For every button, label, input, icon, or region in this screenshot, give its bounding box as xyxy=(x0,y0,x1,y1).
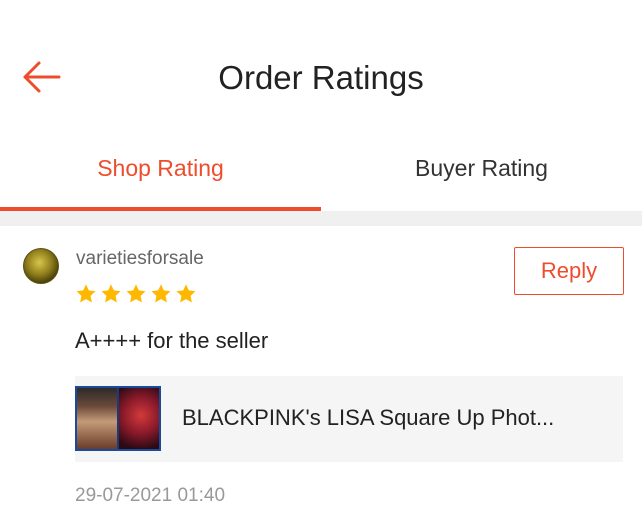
reply-button[interactable]: Reply xyxy=(514,247,624,295)
review-card: varietiesforsale Reply A++++ for the sel… xyxy=(0,226,642,525)
star-rating xyxy=(75,283,197,305)
section-divider xyxy=(0,211,642,226)
review-timestamp: 29-07-2021 01:40 xyxy=(75,485,226,506)
header: Order Ratings xyxy=(0,0,642,150)
avatar[interactable] xyxy=(23,248,59,284)
product-thumbnail xyxy=(75,386,161,451)
product-item[interactable]: BLACKPINK's LISA Square Up Phot... xyxy=(75,376,623,462)
star-icon xyxy=(176,284,196,303)
product-name: BLACKPINK's LISA Square Up Phot... xyxy=(182,405,555,430)
star-icon xyxy=(151,284,171,303)
review-comment: A++++ for the seller xyxy=(75,328,269,353)
star-icon xyxy=(101,284,121,303)
star-icon xyxy=(76,284,96,303)
rating-tabs: Shop Rating Buyer Rating xyxy=(0,140,642,212)
reviewer-username: varietiesforsale xyxy=(76,248,204,269)
page-title: Order Ratings xyxy=(218,59,424,96)
star-icon xyxy=(126,284,146,303)
tab-buyer-rating[interactable]: Buyer Rating xyxy=(321,140,642,212)
tab-shop-rating[interactable]: Shop Rating xyxy=(0,140,321,212)
